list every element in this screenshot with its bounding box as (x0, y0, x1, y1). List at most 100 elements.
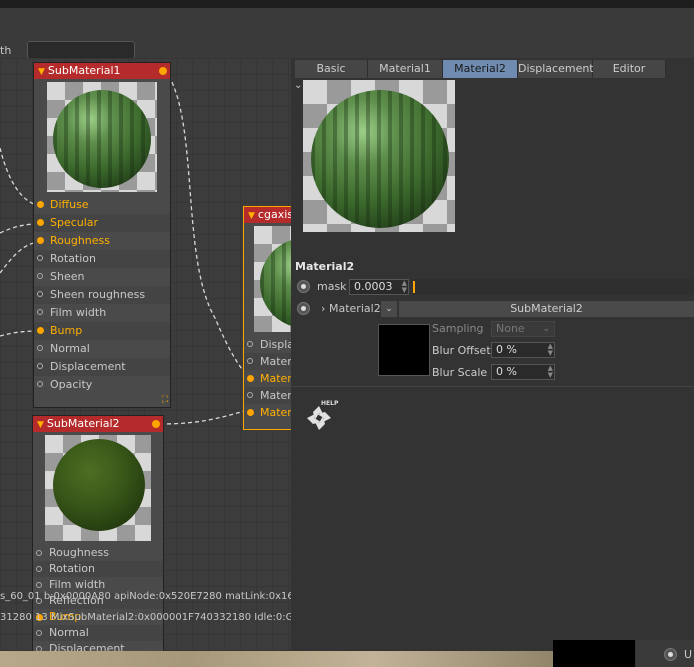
port-socket-icon[interactable] (36, 550, 42, 556)
material-dropdown-button[interactable]: ⌄ (381, 301, 397, 317)
port-row[interactable]: Specular (34, 214, 170, 232)
port-socket-icon[interactable] (36, 566, 42, 572)
resize-icon[interactable]: ⛶ (162, 395, 168, 405)
divider (291, 386, 694, 387)
mask-input[interactable]: 0.0003 ▲ ▼ (349, 279, 409, 295)
blur-scale-label: Blur Scale (432, 366, 488, 379)
port-label: Normal (50, 342, 90, 355)
port-socket-icon[interactable] (247, 392, 253, 398)
port-socket-icon[interactable] (37, 273, 43, 279)
port-label: Mater (260, 406, 292, 419)
cgaxis-node[interactable]: ▼cgaxis_ Displa Mater Mater Mater Mater (243, 206, 292, 430)
cgaxis-title: cgaxis_ (257, 208, 292, 221)
mask-slider[interactable] (413, 279, 694, 295)
port-socket-icon[interactable] (37, 381, 43, 387)
port-socket-icon[interactable] (247, 375, 254, 382)
bottom-radio[interactable] (664, 648, 677, 661)
tab-editor[interactable]: Editor (593, 60, 666, 78)
port-label: Film width (50, 306, 107, 319)
collapse-arrow-icon[interactable]: ▼ (37, 420, 44, 430)
port-label: Opacity (50, 378, 93, 391)
material-radio[interactable] (297, 302, 310, 315)
texture-preview (378, 324, 430, 376)
port-row[interactable]: Mater (244, 370, 292, 387)
spinner-icon[interactable]: ▲ ▼ (548, 365, 553, 379)
port-socket-icon[interactable] (37, 255, 43, 261)
submaterial2-output-port[interactable] (152, 420, 160, 428)
port-row[interactable]: Rotation (33, 561, 163, 577)
node-graph-canvas[interactable]: ▼ SubMaterial1 Diffuse Specular Roughness Ro… (0, 58, 292, 667)
port-row[interactable]: Bump (34, 322, 170, 340)
cgaxis-header[interactable]: ▼cgaxis_ (244, 207, 292, 223)
bottom-label: U (684, 648, 693, 661)
port-row[interactable]: Mater (244, 387, 292, 404)
port-row[interactable]: Sheen (34, 268, 170, 286)
port-socket-icon[interactable] (37, 345, 43, 351)
submaterial1-output-port[interactable] (159, 67, 167, 75)
wire-sub2-out (159, 409, 249, 425)
search-input[interactable] (27, 41, 135, 59)
search-label: th (0, 44, 12, 57)
port-row[interactable]: Mater (244, 353, 292, 370)
port-row[interactable]: Roughness (34, 232, 170, 250)
tab-material1[interactable]: Material1 (368, 60, 443, 78)
port-label: Film width (49, 578, 106, 591)
port-row[interactable]: Normal (34, 340, 170, 358)
port-row[interactable]: Displa (244, 336, 292, 353)
port-row[interactable]: Normal (33, 625, 163, 641)
port-row[interactable]: Mater (244, 404, 292, 421)
port-socket-icon[interactable] (37, 291, 43, 297)
port-socket-icon[interactable] (36, 582, 42, 588)
submaterial2-header[interactable]: ▼ SubMaterial2 (33, 416, 163, 432)
port-row[interactable]: Film width (34, 304, 170, 322)
port-row[interactable]: Opacity (34, 376, 170, 394)
port-row[interactable]: Rotation (34, 250, 170, 268)
submaterial2-node[interactable]: ▼ SubMaterial2 Roughness Rotation Film widt… (32, 415, 164, 667)
port-label: Mater (260, 355, 292, 368)
submaterial2-title: SubMaterial2 (46, 417, 120, 430)
material-label: Material2 (329, 302, 381, 315)
panel-title: Material2 (295, 260, 355, 273)
tab-displacement[interactable]: Displacement (518, 60, 594, 78)
port-socket-icon[interactable] (36, 630, 42, 636)
port-socket-icon[interactable] (247, 409, 254, 416)
spinner-icon[interactable]: ▲ ▼ (548, 343, 553, 357)
port-row[interactable]: Roughness (33, 545, 163, 561)
chevron-down-icon[interactable]: ⌄ (294, 80, 302, 91)
collapse-arrow-icon[interactable]: ▼ (248, 211, 255, 221)
tab-material2[interactable]: Material2 (443, 60, 518, 78)
blur-scale-input[interactable]: 0 % ▲ ▼ (491, 364, 555, 380)
sampling-label: Sampling (432, 322, 484, 335)
port-socket-icon[interactable] (37, 201, 44, 208)
tab-basic[interactable]: Basic (295, 60, 368, 78)
port-socket-icon[interactable] (37, 237, 44, 244)
submaterial1-title: SubMaterial1 (47, 64, 121, 77)
mask-radio[interactable] (297, 280, 310, 293)
spinner-icon[interactable]: ▲ ▼ (402, 280, 407, 294)
port-label: Displacement (50, 360, 126, 373)
port-socket-icon[interactable] (247, 341, 253, 347)
mask-label: mask (317, 280, 347, 293)
submaterial1-ports: Diffuse Specular Roughness Rotation Sheen She… (34, 192, 170, 394)
port-socket-icon[interactable] (37, 363, 43, 369)
port-label: Mater (260, 389, 292, 402)
port-socket-icon[interactable] (247, 358, 253, 364)
port-row[interactable]: Diffuse (34, 196, 170, 214)
port-label: Roughness (50, 234, 111, 247)
wire-sub1-out (164, 69, 249, 377)
collapse-arrow-icon[interactable]: ▼ (38, 67, 45, 77)
bottom-options: U (636, 640, 694, 667)
port-row[interactable]: Sheen roughness (34, 286, 170, 304)
port-socket-icon[interactable] (37, 219, 44, 226)
submaterial1-node[interactable]: ▼ SubMaterial1 Diffuse Specular Roughness Ro… (33, 62, 171, 408)
mask-slider-handle[interactable] (413, 281, 416, 293)
port-socket-icon[interactable] (37, 309, 43, 315)
submaterial1-header[interactable]: ▼ SubMaterial1 (34, 63, 170, 79)
port-row[interactable]: Displacement (34, 358, 170, 376)
port-label: Bump (50, 324, 83, 337)
chevron-right-icon[interactable]: › (321, 302, 325, 315)
linked-node-button[interactable]: SubMaterial2 (399, 301, 694, 317)
blur-offset-input[interactable]: 0 % ▲ ▼ (491, 342, 555, 358)
help-label: HELP (321, 400, 339, 407)
port-socket-icon[interactable] (37, 327, 44, 334)
